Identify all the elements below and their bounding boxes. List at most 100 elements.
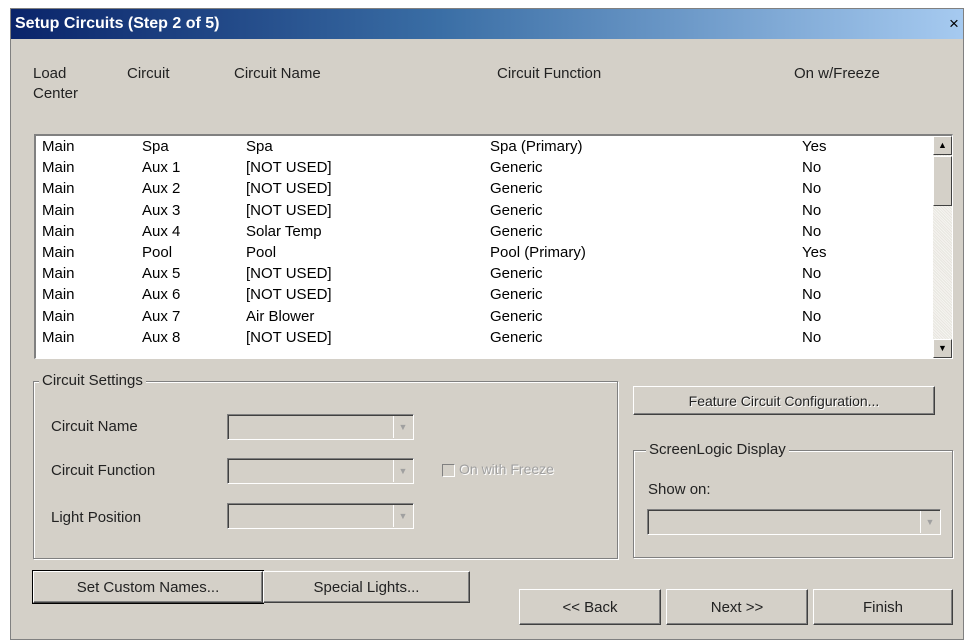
show-on-label: Show on: <box>648 481 711 498</box>
cell-circuit-name: [NOT USED] <box>246 265 332 283</box>
cell-load-center: Main <box>42 307 75 325</box>
title-bar: Setup Circuits (Step 2 of 5) × <box>11 9 963 39</box>
cell-circuit: Aux 7 <box>142 307 181 325</box>
circuit-name-combo[interactable]: ▼ <box>227 414 414 440</box>
cell-circuit-function: Generic <box>490 328 543 346</box>
scroll-up-arrow-icon[interactable]: ▲ <box>933 136 952 155</box>
cell-circuit: Aux 1 <box>142 159 181 177</box>
table-row[interactable]: Main Aux 5 [NOT USED] Generic No <box>36 263 929 284</box>
cell-circuit-name: Pool <box>246 243 277 261</box>
circuit-rows: Main Spa Spa Spa (Primary) Yes Main Aux 1 [NOT… <box>36 136 929 348</box>
header-circuit: Circuit <box>127 65 170 82</box>
scroll-down-arrow-icon[interactable]: ▼ <box>933 339 952 358</box>
cell-circuit-name: [NOT USED] <box>246 180 332 198</box>
cell-circuit-function: Generic <box>490 180 543 198</box>
table-row[interactable]: Main Spa Spa Spa (Primary) Yes <box>36 136 929 157</box>
cell-circuit-function: Generic <box>490 222 543 240</box>
table-row[interactable]: Main Aux 6 [NOT USED] Generic No <box>36 284 929 305</box>
chevron-down-icon[interactable]: ▼ <box>920 511 939 533</box>
cell-circuit: Spa <box>142 138 169 155</box>
screenlogic-display-group: ScreenLogic Display Show on: ▼ <box>633 441 953 558</box>
scrollbar-thumb[interactable] <box>933 156 952 206</box>
cell-on-freeze: Yes <box>802 243 827 261</box>
header-load-center: Load <box>33 65 67 82</box>
dialog-title: Setup Circuits (Step 2 of 5) <box>15 15 220 32</box>
cell-circuit: Aux 4 <box>142 222 181 240</box>
feature-circuit-configuration-button[interactable]: Feature Circuit Configuration... <box>633 386 935 415</box>
cell-load-center: Main <box>42 222 75 240</box>
vertical-scrollbar[interactable]: ▲ ▼ <box>933 136 952 358</box>
circuit-function-combo[interactable]: ▼ <box>227 458 414 484</box>
light-position-label: Light Position <box>51 509 142 526</box>
circuit-name-label: Circuit Name <box>51 418 138 435</box>
on-with-freeze-label: On with Freeze <box>459 461 554 477</box>
cell-load-center: Main <box>42 265 75 283</box>
setup-circuits-dialog: Setup Circuits (Step 2 of 5) × Load Cent… <box>10 8 964 640</box>
cell-load-center: Main <box>42 243 75 261</box>
show-on-combo[interactable]: ▼ <box>647 509 941 535</box>
cell-circuit: Aux 5 <box>142 265 181 283</box>
chevron-down-icon[interactable]: ▼ <box>393 460 412 482</box>
cell-circuit-name: [NOT USED] <box>246 201 332 219</box>
chevron-down-icon[interactable]: ▼ <box>393 416 412 438</box>
cell-load-center: Main <box>42 159 75 177</box>
cell-circuit: Aux 6 <box>142 286 181 304</box>
cell-circuit-function: Spa (Primary) <box>490 138 583 155</box>
cell-circuit-function: Generic <box>490 286 543 304</box>
cell-circuit-name: Air Blower <box>246 307 315 325</box>
table-row[interactable]: Main Aux 8 [NOT USED] Generic No <box>36 327 929 348</box>
table-row[interactable]: Main Aux 3 [NOT USED] Generic No <box>36 200 929 221</box>
cell-circuit: Aux 8 <box>142 328 181 346</box>
table-row[interactable]: Main Aux 4 Solar Temp Generic No <box>36 221 929 242</box>
special-lights-button[interactable]: Special Lights... <box>263 571 470 603</box>
header-circuit-name: Circuit Name <box>234 65 321 82</box>
table-row[interactable]: Main Aux 7 Air Blower Generic No <box>36 306 929 327</box>
circuit-settings-legend: Circuit Settings <box>39 372 146 389</box>
screenlogic-display-legend: ScreenLogic Display <box>646 441 789 458</box>
finish-button[interactable]: Finish <box>813 589 953 625</box>
cell-circuit: Pool <box>142 243 173 261</box>
back-button[interactable]: << Back <box>519 589 661 625</box>
cell-load-center: Main <box>42 201 75 219</box>
cell-circuit-name: [NOT USED] <box>246 159 332 177</box>
cell-circuit-name: Solar Temp <box>246 222 322 240</box>
cell-on-freeze: No <box>802 201 822 219</box>
close-icon[interactable]: × <box>945 15 963 33</box>
on-with-freeze-checkbox[interactable] <box>442 464 455 477</box>
circuit-settings-group: Circuit Settings Circuit Name ▼ Circuit … <box>33 372 618 559</box>
cell-circuit: Aux 2 <box>142 180 181 198</box>
cell-circuit-name: [NOT USED] <box>246 328 332 346</box>
set-custom-names-button[interactable]: Set Custom Names... <box>32 570 264 604</box>
table-row[interactable]: Main Aux 2 [NOT USED] Generic No <box>36 178 929 199</box>
table-row[interactable]: Main Aux 1 [NOT USED] Generic No <box>36 157 929 178</box>
cell-on-freeze: No <box>802 222 822 240</box>
cell-on-freeze: No <box>802 286 822 304</box>
cell-load-center: Main <box>42 328 75 346</box>
header-load-center-line2: Center <box>33 85 79 102</box>
cell-circuit-function: Generic <box>490 159 543 177</box>
cell-load-center: Main <box>42 180 75 198</box>
light-position-combo[interactable]: ▼ <box>227 503 414 529</box>
cell-circuit-name: Spa <box>246 138 273 155</box>
cell-on-freeze: No <box>802 265 822 283</box>
circuit-list[interactable]: Main Spa Spa Spa (Primary) Yes Main Aux 1 [NOT… <box>34 134 953 359</box>
cell-on-freeze: No <box>802 159 822 177</box>
cell-on-freeze: Yes <box>802 138 827 155</box>
cell-circuit: Aux 3 <box>142 201 181 219</box>
circuit-function-label: Circuit Function <box>51 462 156 479</box>
chevron-down-icon[interactable]: ▼ <box>393 505 412 527</box>
cell-circuit-function: Generic <box>490 307 543 325</box>
cell-circuit-name: [NOT USED] <box>246 286 332 304</box>
cell-circuit-function: Pool (Primary) <box>490 243 586 261</box>
table-row[interactable]: Main Pool Pool Pool (Primary) Yes <box>36 242 929 263</box>
cell-on-freeze: No <box>802 307 822 325</box>
cell-circuit-function: Generic <box>490 201 543 219</box>
cell-on-freeze: No <box>802 328 822 346</box>
cell-circuit-function: Generic <box>490 265 543 283</box>
header-circuit-function: Circuit Function <box>497 65 602 82</box>
cell-on-freeze: No <box>802 180 822 198</box>
cell-load-center: Main <box>42 286 75 304</box>
cell-load-center: Main <box>42 138 75 155</box>
header-on-freeze: On w/Freeze <box>794 65 880 82</box>
next-button[interactable]: Next >> <box>666 589 808 625</box>
